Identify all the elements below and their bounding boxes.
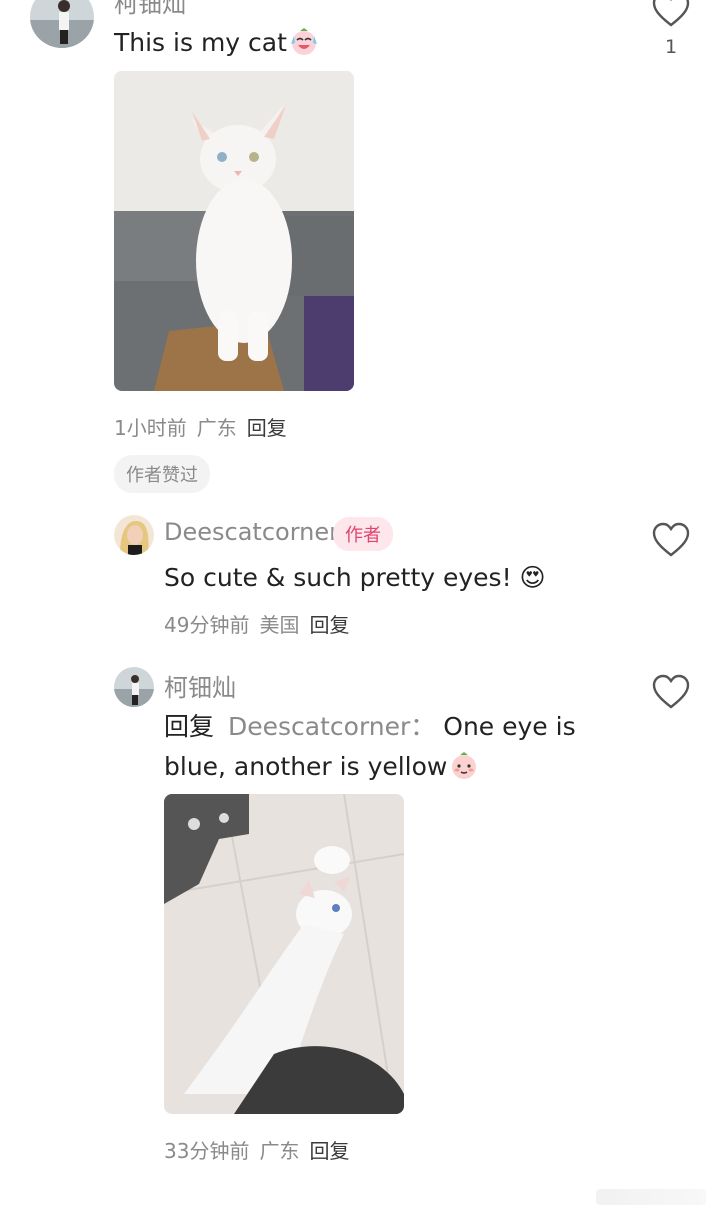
avatar[interactable] <box>30 0 94 48</box>
comment-text: So cute & such pretty eyes! 😍 <box>164 563 546 592</box>
author-badge: 作者 <box>333 517 393 551</box>
watermark <box>596 1189 706 1205</box>
comment-meta: 1小时前 广东 回复 <box>114 412 297 441</box>
reply-button[interactable]: 回复 <box>247 416 287 440</box>
like-heart-icon[interactable] <box>652 674 690 710</box>
comment-location: 美国 <box>259 613 300 637</box>
laughing-crying-emoji-icon <box>289 27 319 69</box>
comment-text: This is my cat <box>114 23 319 69</box>
reply-word: 回复 <box>164 712 215 741</box>
cat-photo[interactable] <box>114 71 354 391</box>
comment-time: 33分钟前 <box>164 1139 250 1163</box>
comment-meta: 49分钟前 美国 回复 <box>164 609 359 638</box>
like-count: 1 <box>665 36 678 58</box>
comment-location: 广东 <box>259 1139 300 1163</box>
comment-meta: 33分钟前 广东 回复 <box>164 1135 359 1164</box>
comment-location: 广东 <box>196 416 237 440</box>
reply-button[interactable]: 回复 <box>309 613 349 637</box>
comment-time: 49分钟前 <box>164 613 250 637</box>
comment-username[interactable]: 柯钿灿 <box>114 0 186 19</box>
comment-text: 回复 Deescatcorner： One eye is blue, anothe… <box>164 707 594 793</box>
avatar[interactable] <box>114 667 154 707</box>
author-liked-badge: 作者赞过 <box>114 455 210 493</box>
like-heart-icon[interactable] <box>652 522 690 558</box>
comment-username[interactable]: Deescatcorner <box>164 518 339 546</box>
comment-time: 1小时前 <box>114 416 187 440</box>
reply-button[interactable]: 回复 <box>309 1139 349 1163</box>
cat-photo[interactable] <box>164 794 404 1114</box>
shy-face-emoji-icon <box>449 751 479 793</box>
like-heart-icon[interactable] <box>652 0 690 28</box>
reply-mention[interactable]: Deescatcorner： <box>228 712 435 741</box>
comment-username[interactable]: 柯钿灿 <box>164 668 236 703</box>
avatar[interactable] <box>114 515 154 555</box>
